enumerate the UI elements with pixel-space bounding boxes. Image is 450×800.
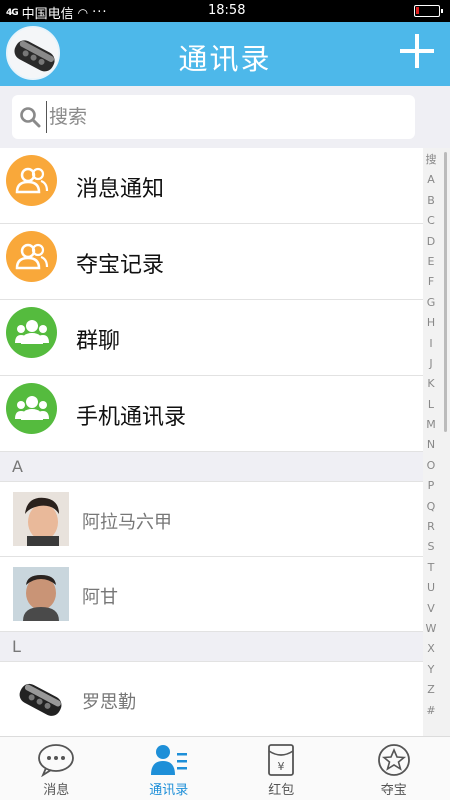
red-envelope-icon: ¥ bbox=[268, 744, 295, 776]
index-letter[interactable]: # bbox=[423, 701, 439, 721]
row-label: 群聊 bbox=[76, 329, 121, 354]
more-dots-icon: ··· bbox=[92, 5, 108, 20]
tab-bar: 消息 通讯录 ¥ 红包 夺宝 bbox=[0, 736, 450, 800]
contact-name: 罗思勤 bbox=[82, 692, 136, 713]
contact-row[interactable]: 罗思勤 bbox=[0, 662, 423, 737]
index-letter[interactable]: U bbox=[423, 578, 439, 598]
clock: 18:58 bbox=[208, 3, 246, 18]
tab-label: 通讯录 bbox=[149, 783, 189, 798]
search-input[interactable] bbox=[46, 101, 406, 133]
index-letter[interactable]: W bbox=[423, 619, 439, 639]
index-letter[interactable]: F bbox=[423, 272, 439, 292]
row-phone-contacts[interactable]: 手机通讯录 bbox=[0, 376, 423, 452]
wifi-icon: ◠ bbox=[77, 5, 89, 20]
tab-label: 消息 bbox=[43, 783, 70, 798]
index-letter[interactable]: K bbox=[423, 374, 439, 394]
index-letter[interactable]: R bbox=[423, 517, 439, 537]
index-letter[interactable]: T bbox=[423, 558, 439, 578]
group-icon bbox=[6, 307, 57, 358]
index-letter[interactable]: A bbox=[423, 170, 439, 190]
scrollbar[interactable] bbox=[444, 152, 447, 432]
row-label: 手机通讯录 bbox=[76, 405, 187, 430]
tab-contacts[interactable]: 通讯录 bbox=[113, 737, 226, 800]
index-letter[interactable]: L bbox=[423, 395, 439, 415]
signal-icon: 4G bbox=[6, 7, 19, 18]
index-letter[interactable]: X bbox=[423, 639, 439, 659]
row-label: 消息通知 bbox=[76, 177, 165, 202]
index-letter[interactable]: V bbox=[423, 599, 439, 619]
row-label: 夺宝记录 bbox=[76, 253, 165, 278]
index-letter[interactable]: S bbox=[423, 537, 439, 557]
user-group-icon bbox=[6, 231, 57, 282]
status-bar: 4G 中国电信 ◠ ··· 18:58 bbox=[0, 0, 450, 22]
contact-row[interactable]: 阿拉马六甲 bbox=[0, 482, 423, 557]
contacts-icon bbox=[150, 745, 187, 775]
index-letter[interactable]: N bbox=[423, 435, 439, 455]
search-box[interactable] bbox=[12, 95, 415, 139]
contact-name: 阿甘 bbox=[82, 587, 118, 608]
index-letter[interactable]: C bbox=[423, 211, 439, 231]
avatar bbox=[13, 492, 69, 546]
carrier-label: 中国电信 bbox=[21, 7, 74, 22]
battery-icon bbox=[414, 5, 443, 17]
index-letter[interactable]: Z bbox=[423, 680, 439, 700]
app-header: 通讯录 bbox=[0, 22, 450, 86]
contact-list: 消息通知 夺宝记录 群聊 手机通讯录 A 阿拉马六甲 阿甘 L 罗思勤 bbox=[0, 148, 423, 737]
row-group-chat[interactable]: 群聊 bbox=[0, 300, 423, 376]
page-title: 通讯录 bbox=[178, 42, 272, 76]
svg-text:¥: ¥ bbox=[278, 760, 285, 773]
alphabet-index[interactable]: 搜 A B C D E F G H I J K L M N O P Q R S T U V W X Y Z # bbox=[423, 150, 439, 730]
index-letter[interactable]: I bbox=[423, 334, 439, 354]
index-letter[interactable]: P bbox=[423, 476, 439, 496]
contact-name: 阿拉马六甲 bbox=[82, 512, 172, 533]
section-header: A bbox=[0, 452, 423, 482]
row-notifications[interactable]: 消息通知 bbox=[0, 148, 423, 224]
index-letter[interactable]: J bbox=[423, 354, 439, 374]
avatar bbox=[13, 567, 69, 621]
tab-messages[interactable]: 消息 bbox=[0, 737, 113, 800]
add-contact-button[interactable] bbox=[400, 34, 434, 68]
index-letter[interactable]: H bbox=[423, 313, 439, 333]
contact-row[interactable]: 阿甘 bbox=[0, 557, 423, 632]
index-letter[interactable]: Q bbox=[423, 497, 439, 517]
index-letter[interactable]: E bbox=[423, 252, 439, 272]
search-bar bbox=[0, 86, 450, 148]
user-group-icon bbox=[6, 155, 57, 206]
index-letter[interactable]: B bbox=[423, 191, 439, 211]
search-icon bbox=[20, 107, 41, 128]
index-letter[interactable]: Y bbox=[423, 660, 439, 680]
index-letter[interactable]: O bbox=[423, 456, 439, 476]
index-letter[interactable]: M bbox=[423, 415, 439, 435]
index-letter[interactable]: D bbox=[423, 232, 439, 252]
group-icon bbox=[6, 383, 57, 434]
avatar bbox=[13, 672, 69, 726]
star-icon bbox=[377, 744, 410, 776]
chat-bubble-icon bbox=[38, 744, 75, 777]
tab-label: 红包 bbox=[268, 783, 295, 798]
tab-label: 夺宝 bbox=[380, 783, 407, 798]
row-treasure-records[interactable]: 夺宝记录 bbox=[0, 224, 423, 300]
section-header: L bbox=[0, 632, 423, 662]
index-letter[interactable]: G bbox=[423, 293, 439, 313]
tab-red-envelope[interactable]: ¥ 红包 bbox=[225, 737, 338, 800]
tab-treasure[interactable]: 夺宝 bbox=[338, 737, 450, 800]
index-letter[interactable]: 搜 bbox=[423, 150, 439, 170]
